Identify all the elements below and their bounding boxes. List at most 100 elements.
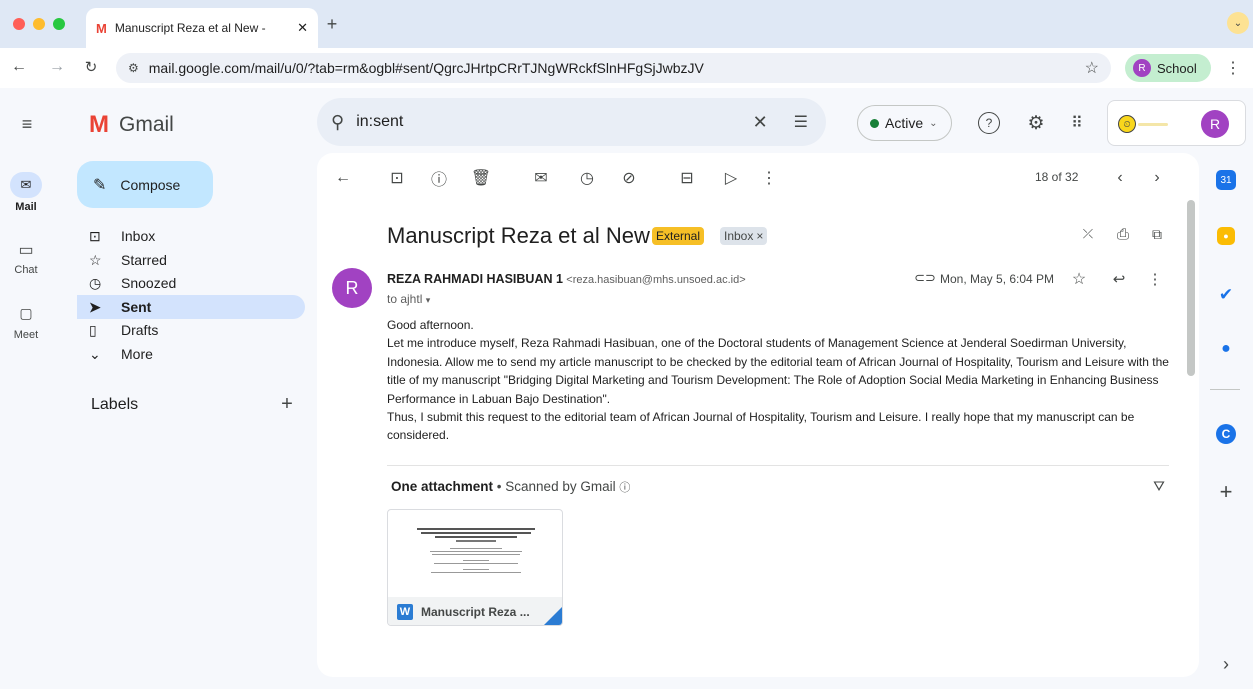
star-message-icon[interactable]: ☆ [1069, 269, 1089, 289]
search-options-icon[interactable]: ☰ [794, 112, 808, 132]
close-tab-icon[interactable]: ✕ [297, 20, 308, 36]
nav-label-sent: Sent [121, 299, 152, 315]
add-label-icon[interactable]: + [278, 393, 296, 415]
nav-label-drafts: Drafts [121, 322, 159, 338]
status-selector[interactable]: Active ⌄ [857, 105, 952, 141]
newer-chevron-left-icon[interactable]: ‹ [1108, 166, 1132, 190]
nav-item-drafts[interactable]: ▯ Drafts [77, 318, 305, 342]
email-body: Good afternoon. Let me introduce myself,… [387, 316, 1177, 445]
add-task-icon[interactable]: ⊘ [617, 166, 641, 190]
attachments-title: One attachment [391, 479, 494, 494]
contacts-icon[interactable]: ● [1214, 337, 1238, 361]
bookmark-star-icon[interactable]: ☆ [1085, 58, 1099, 78]
sender-line: REZA RAHMADI HASIBUAN 1 <reza.hasibuan@m… [387, 272, 746, 286]
attachment-card[interactable]: W Manuscript Reza ... [387, 509, 563, 626]
scanned-label: Scanned by Gmail [505, 479, 616, 494]
collapse-all-icon[interactable]: ⤫ [1079, 224, 1097, 244]
delete-trash-icon[interactable]: 🗑 [469, 166, 493, 190]
compose-label: Compose [120, 176, 181, 193]
close-window-button[interactable] [13, 18, 25, 30]
minimize-window-button[interactable] [33, 18, 45, 30]
nav-item-more[interactable]: ⌄ More [77, 342, 305, 366]
side-panel-divider [1210, 389, 1240, 390]
nav-item-starred[interactable]: ☆ Starred [77, 248, 305, 272]
add-to-drive-icon[interactable]: ⛛ [1149, 476, 1169, 496]
get-addons-plus-icon[interactable]: + [1214, 479, 1238, 504]
document-preview-thumbnail [410, 528, 542, 592]
reload-icon[interactable]: ↻ [82, 58, 100, 76]
tasks-icon[interactable]: ✔ [1214, 283, 1238, 307]
active-dot-icon [870, 118, 879, 128]
info-icon[interactable]: ⓘ [619, 482, 630, 494]
inbox-label-badge[interactable]: Inbox × [720, 227, 768, 245]
older-chevron-right-icon[interactable]: › [1145, 166, 1169, 190]
rail-chat[interactable]: ▭ Chat [0, 240, 52, 276]
email-scrollbar[interactable] [1187, 200, 1195, 376]
calendar-icon[interactable]: 31 [1216, 170, 1236, 190]
attachment-clip-icon: ⊂⊃ [914, 270, 936, 285]
mark-unread-icon[interactable]: ✉ [529, 166, 553, 190]
draft-icon: ▯ [89, 321, 97, 338]
expand-panel-chevron-icon[interactable]: › [1214, 652, 1238, 676]
body-paragraph: Thus, I submit this request to the edito… [387, 410, 1135, 443]
more-actions-icon[interactable]: ⋮ [757, 166, 781, 190]
profile-label: School [1157, 60, 1197, 76]
addon-c-icon[interactable]: C [1216, 424, 1236, 444]
gmail-logo[interactable]: M Gmail [89, 111, 174, 139]
rail-meet[interactable]: ▢ Meet [0, 305, 52, 341]
search-icon[interactable]: ⚲ [331, 112, 344, 133]
archive-icon[interactable]: ⊡ [385, 166, 409, 190]
move-to-icon[interactable]: ⊟ [675, 166, 699, 190]
keep-icon[interactable]: ● [1217, 227, 1235, 245]
gmail-m-icon: M [89, 111, 109, 138]
status-label: Active [885, 115, 924, 131]
nav-label-inbox: Inbox [121, 228, 156, 244]
forward-arrow-icon[interactable]: → [48, 58, 66, 76]
message-more-icon[interactable]: ⋮ [1147, 269, 1163, 289]
rail-mail-label: Mail [15, 201, 37, 213]
back-to-list-icon[interactable]: ← [331, 166, 355, 190]
snooze-clock-icon[interactable]: ◷ [575, 166, 599, 190]
nav-item-inbox[interactable]: ⊡ Inbox [77, 224, 305, 248]
print-icon[interactable]: ⎙ [1113, 224, 1133, 244]
external-badge: External [652, 227, 705, 245]
new-tab-icon[interactable]: + [322, 14, 342, 34]
attachment-divider [387, 465, 1169, 466]
url-text: mail.google.com/mail/u/0/?tab=rm&ogbl#se… [148, 60, 704, 76]
inbox-icon: ⊡ [89, 227, 101, 244]
recipient-line[interactable]: to ajhtl ▾ [387, 292, 430, 306]
profile-button[interactable]: R School [1125, 54, 1211, 82]
site-info-icon[interactable]: ⚙ [128, 61, 139, 75]
rail-meet-label: Meet [13, 329, 39, 341]
workspace-logo-swoosh [1138, 123, 1168, 126]
label-tag-icon[interactable]: ▷ [719, 166, 743, 190]
account-avatar[interactable]: R [1201, 110, 1229, 138]
back-arrow-icon[interactable]: ← [10, 58, 28, 76]
rail-mail[interactable]: ✉ Mail [0, 172, 52, 213]
pencil-icon: ✎ [93, 176, 107, 194]
settings-gear-icon[interactable]: ⚙ [1024, 111, 1048, 135]
nav-item-snoozed[interactable]: ◷ Snoozed [77, 271, 305, 295]
maximize-window-button[interactable] [53, 18, 65, 30]
clear-search-icon[interactable]: ✕ [753, 112, 768, 133]
main-menu-icon[interactable]: ≡ [17, 114, 37, 134]
search-input[interactable]: in:sent [356, 113, 740, 131]
browser-menu-icon[interactable]: ⋮ [1225, 58, 1241, 78]
sender-name[interactable]: REZA RAHMADI HASIBUAN 1 [387, 272, 563, 286]
help-icon[interactable]: ? [978, 112, 1000, 134]
compose-button[interactable]: ✎ Compose [77, 161, 213, 208]
remove-label-icon[interactable]: × [756, 229, 763, 243]
reply-icon[interactable]: ↩ [1109, 269, 1129, 289]
search-bar[interactable]: ⚲ in:sent ✕ ☰ [317, 98, 826, 146]
browser-tab[interactable]: M Manuscript Reza et al New - ✕ [86, 8, 318, 48]
pagination-count: 18 of 32 [1035, 170, 1079, 184]
tab-search-icon[interactable]: ⌄ [1227, 12, 1249, 34]
report-spam-icon[interactable]: ⓘ [427, 166, 451, 190]
open-new-window-icon[interactable]: ⧉ [1147, 224, 1167, 244]
body-paragraph: Let me introduce myself, Reza Rahmadi Ha… [387, 336, 1169, 406]
nav-item-sent[interactable]: ➤ Sent [77, 295, 305, 319]
profile-avatar: R [1133, 59, 1151, 77]
send-icon: ➤ [89, 298, 101, 315]
address-bar[interactable]: ⚙ mail.google.com/mail/u/0/?tab=rm&ogbl#… [116, 53, 1111, 83]
apps-grid-icon[interactable]: ⠿ [1065, 111, 1089, 135]
